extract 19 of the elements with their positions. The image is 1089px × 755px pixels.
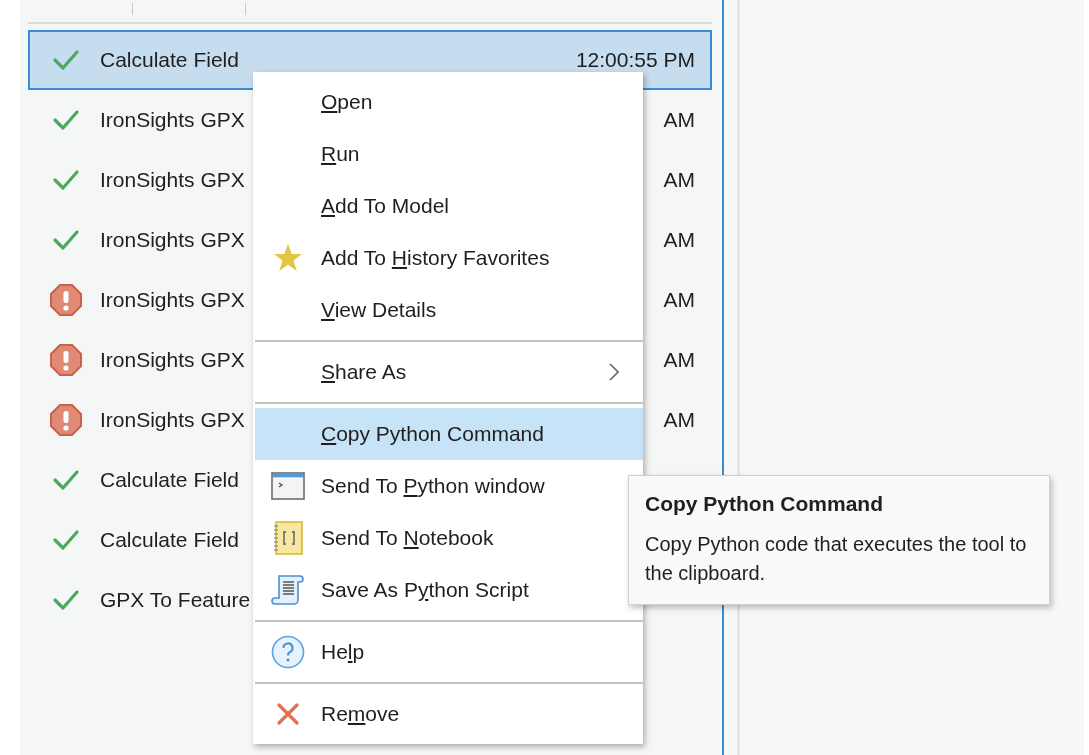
tool-name: GPX To Feature <box>100 588 251 612</box>
tool-name: IronSights GPX <box>100 168 245 192</box>
run-time: AM <box>663 348 696 372</box>
tooltip-text: Copy Python code that executes the tool to the clipboard. <box>645 532 1028 586</box>
tool-name: IronSights GPX <box>100 408 245 432</box>
tool-name: IronSights GPX <box>100 228 245 252</box>
run-time: AM <box>663 168 696 192</box>
tool-name: IronSights GPX <box>100 348 245 372</box>
run-time: AM <box>663 108 696 132</box>
tool-name: IronSights GPX <box>100 288 245 312</box>
tooltip-title: Copy Python Command <box>645 492 884 516</box>
tool-name: Calculate Field <box>100 48 239 72</box>
tool-name: Calculate Field <box>100 468 239 492</box>
tool-name: Calculate Field <box>100 528 239 552</box>
run-time: AM <box>663 228 696 252</box>
tool-name: IronSights GPX <box>100 108 245 132</box>
run-time: 12:00:55 PM <box>575 48 696 72</box>
run-time: AM <box>663 408 696 432</box>
run-time: AM <box>663 288 696 312</box>
